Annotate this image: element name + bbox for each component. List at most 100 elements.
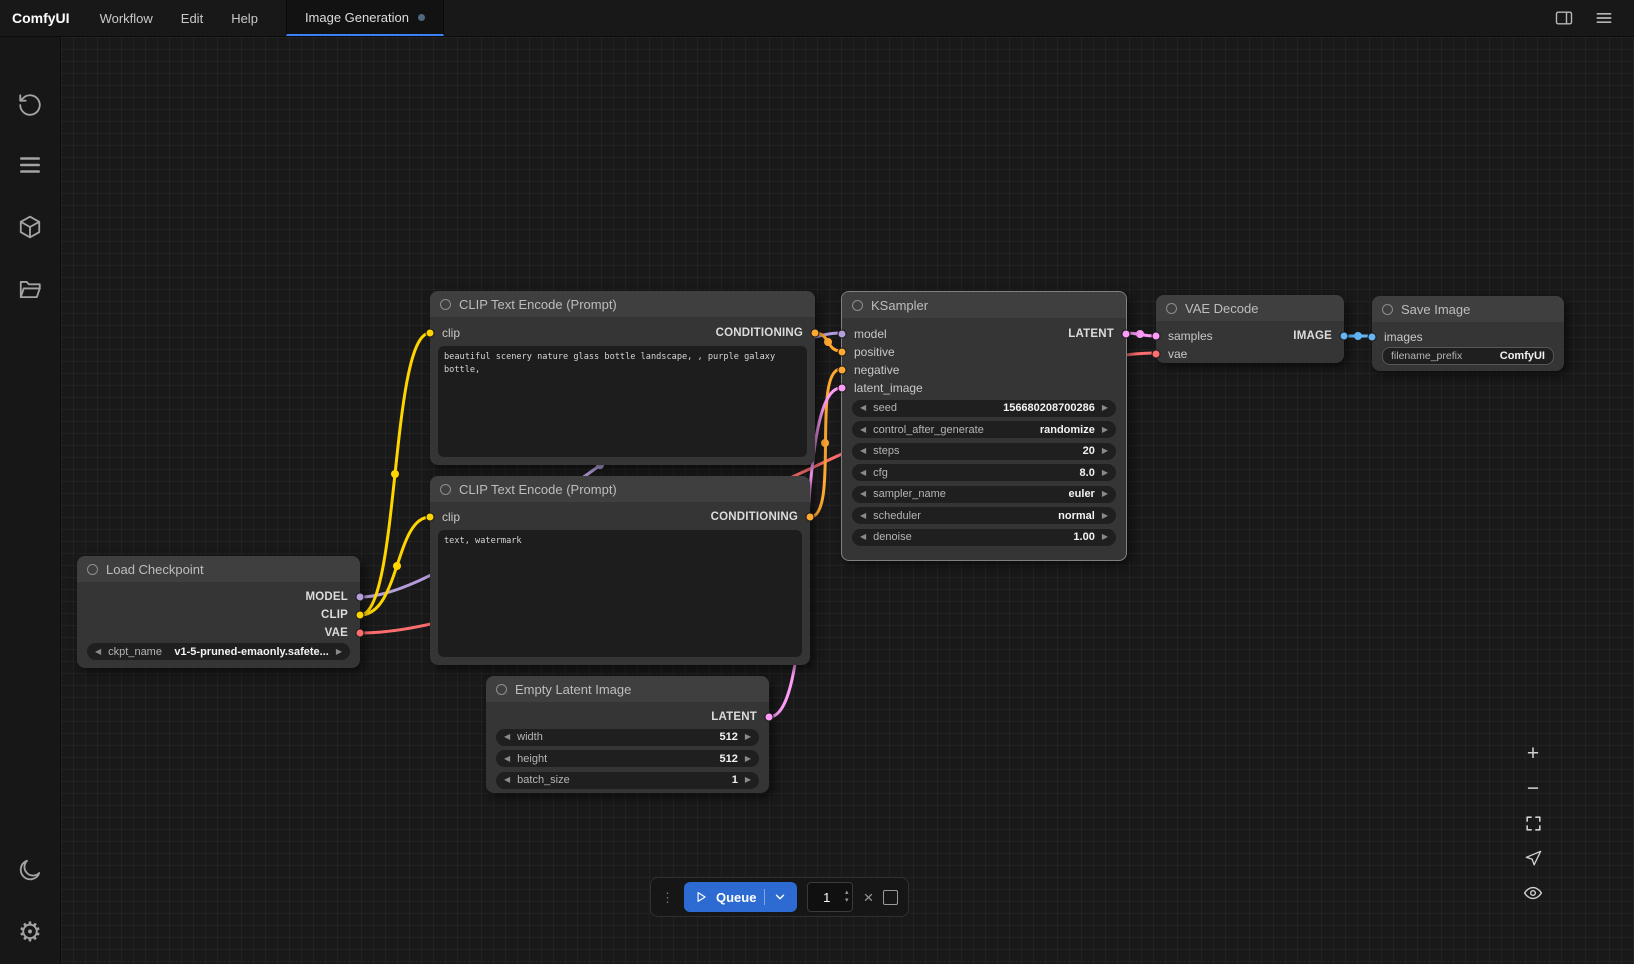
decrement-icon[interactable]: ◀: [504, 733, 510, 741]
prompt-textarea[interactable]: text, watermark: [438, 530, 802, 657]
node-save-image[interactable]: Save Image images filename_prefix ComfyU…: [1372, 296, 1564, 371]
decrement-icon[interactable]: ◀: [860, 533, 866, 541]
input-port-images[interactable]: [1368, 333, 1377, 342]
stop-icon[interactable]: [883, 890, 898, 905]
input-port-latent-image[interactable]: [838, 384, 847, 393]
increment-icon[interactable]: ▶: [745, 755, 751, 763]
collapse-dot-icon[interactable]: [440, 484, 451, 495]
stepper-up-icon[interactable]: ▴: [845, 889, 849, 897]
node-header[interactable]: VAE Decode: [1156, 295, 1344, 321]
menu-edit[interactable]: Edit: [167, 0, 217, 36]
widget-seed[interactable]: ◀ seed 156680208700286 ▶: [852, 400, 1116, 417]
queue-icon[interactable]: [17, 152, 43, 178]
widget-filename-prefix[interactable]: filename_prefix ComfyUI: [1382, 347, 1554, 365]
menu-help[interactable]: Help: [217, 0, 272, 36]
decrement-icon[interactable]: ◀: [860, 426, 866, 434]
increment-icon[interactable]: ▶: [1102, 512, 1108, 520]
widget-width[interactable]: ◀ width 512 ▶: [496, 729, 759, 746]
output-port-clip[interactable]: [356, 611, 365, 620]
settings-icon[interactable]: ⚙: [17, 919, 43, 945]
decrement-icon[interactable]: ◀: [860, 490, 866, 498]
node-clip-text-encode-negative[interactable]: CLIP Text Encode (Prompt) clip CONDITION…: [430, 476, 810, 665]
node-header[interactable]: CLIP Text Encode (Prompt): [430, 291, 815, 317]
input-port-positive[interactable]: [838, 348, 847, 357]
node-clip-text-encode-positive[interactable]: CLIP Text Encode (Prompt) clip CONDITION…: [430, 291, 815, 465]
increment-icon[interactable]: ▶: [1102, 469, 1108, 477]
collapse-dot-icon[interactable]: [496, 684, 507, 695]
node-vae-decode[interactable]: VAE Decode samples IMAGE vae: [1156, 295, 1344, 363]
increment-icon[interactable]: ▶: [745, 776, 751, 784]
increment-icon[interactable]: ▶: [1102, 490, 1108, 498]
output-port-model[interactable]: [356, 593, 365, 602]
panel-toggle-icon[interactable]: [1554, 8, 1574, 28]
history-icon[interactable]: [17, 92, 43, 118]
widget-height[interactable]: ◀ height 512 ▶: [496, 750, 759, 767]
output-port-vae[interactable]: [356, 629, 365, 638]
node-ksampler[interactable]: KSampler model LATENT positive negative …: [841, 291, 1127, 561]
collapse-dot-icon[interactable]: [852, 300, 863, 311]
workflows-icon[interactable]: [17, 276, 43, 302]
widget-denoise[interactable]: ◀ denoise 1.00 ▶: [852, 529, 1116, 546]
node-header[interactable]: KSampler: [842, 292, 1126, 318]
input-port-clip[interactable]: [426, 329, 435, 338]
decrement-icon[interactable]: ◀: [860, 447, 866, 455]
increment-icon[interactable]: ▶: [745, 733, 751, 741]
queue-button[interactable]: Queue: [684, 882, 797, 912]
decrement-icon[interactable]: ◀: [860, 404, 866, 412]
output-port-latent[interactable]: [1122, 330, 1131, 339]
input-port-negative[interactable]: [838, 366, 847, 375]
theme-icon[interactable]: [17, 857, 43, 883]
decrement-icon[interactable]: ◀: [504, 776, 510, 784]
node-load-checkpoint[interactable]: Load Checkpoint MODEL CLIP VAE ◀ ckpt_na…: [77, 556, 360, 668]
output-port-conditioning[interactable]: [806, 513, 815, 522]
widget-steps[interactable]: ◀ steps 20 ▶: [852, 443, 1116, 460]
batch-count-stepper[interactable]: 1 ▴ ▾: [807, 882, 853, 912]
decrement-icon[interactable]: ◀: [504, 755, 510, 763]
collapse-dot-icon[interactable]: [440, 299, 451, 310]
menu-workflow[interactable]: Workflow: [86, 0, 167, 36]
widget-cfg[interactable]: ◀ cfg 8.0 ▶: [852, 464, 1116, 481]
widget-control-after-generate[interactable]: ◀ control_after_generate randomize ▶: [852, 421, 1116, 438]
chevron-down-icon[interactable]: [773, 890, 787, 904]
node-header[interactable]: Empty Latent Image: [486, 676, 769, 702]
node-header[interactable]: Save Image: [1372, 296, 1564, 322]
collapse-dot-icon[interactable]: [1382, 304, 1393, 315]
node-header[interactable]: Load Checkpoint: [77, 556, 360, 582]
widget-ckpt-name[interactable]: ◀ ckpt_name v1-5-pruned-emaonly.safete..…: [87, 643, 350, 660]
decrement-icon[interactable]: ◀: [95, 648, 101, 656]
widget-sampler-name[interactable]: ◀ sampler_name euler ▶: [852, 486, 1116, 503]
tab-image-generation[interactable]: Image Generation: [286, 0, 444, 36]
hamburger-menu-icon[interactable]: [1594, 8, 1614, 28]
increment-icon[interactable]: ▶: [1102, 447, 1108, 455]
input-port-model[interactable]: [838, 330, 847, 339]
drag-handle-icon[interactable]: ⋮: [661, 891, 674, 904]
collapse-dot-icon[interactable]: [1166, 303, 1177, 314]
collapse-dot-icon[interactable]: [87, 564, 98, 575]
input-port-vae[interactable]: [1152, 350, 1161, 359]
toggle-visibility-icon[interactable]: [1522, 882, 1544, 904]
output-port-image[interactable]: [1340, 332, 1349, 341]
input-port-samples[interactable]: [1152, 332, 1161, 341]
widget-batch-size[interactable]: ◀ batch_size 1 ▶: [496, 772, 759, 789]
select-mode-icon[interactable]: [1522, 847, 1544, 869]
increment-icon[interactable]: ▶: [1102, 404, 1108, 412]
slot-row: negative: [842, 361, 1126, 379]
widget-scheduler[interactable]: ◀ scheduler normal ▶: [852, 507, 1116, 524]
model-library-icon[interactable]: [17, 214, 43, 240]
decrement-icon[interactable]: ◀: [860, 512, 866, 520]
fit-view-icon[interactable]: [1522, 812, 1544, 834]
output-port-latent[interactable]: [765, 713, 774, 722]
zoom-in-icon[interactable]: +: [1522, 742, 1544, 764]
input-port-clip[interactable]: [426, 513, 435, 522]
output-port-conditioning[interactable]: [811, 329, 820, 338]
increment-icon[interactable]: ▶: [1102, 426, 1108, 434]
clear-queue-icon[interactable]: ×: [863, 889, 873, 906]
node-header[interactable]: CLIP Text Encode (Prompt): [430, 476, 810, 502]
increment-icon[interactable]: ▶: [1102, 533, 1108, 541]
stepper-down-icon[interactable]: ▾: [845, 897, 849, 905]
decrement-icon[interactable]: ◀: [860, 469, 866, 477]
prompt-textarea[interactable]: beautiful scenery nature glass bottle la…: [438, 346, 807, 457]
node-empty-latent-image[interactable]: Empty Latent Image LATENT ◀ width 512 ▶ …: [486, 676, 769, 793]
increment-icon[interactable]: ▶: [336, 648, 342, 656]
zoom-out-icon[interactable]: −: [1522, 777, 1544, 799]
